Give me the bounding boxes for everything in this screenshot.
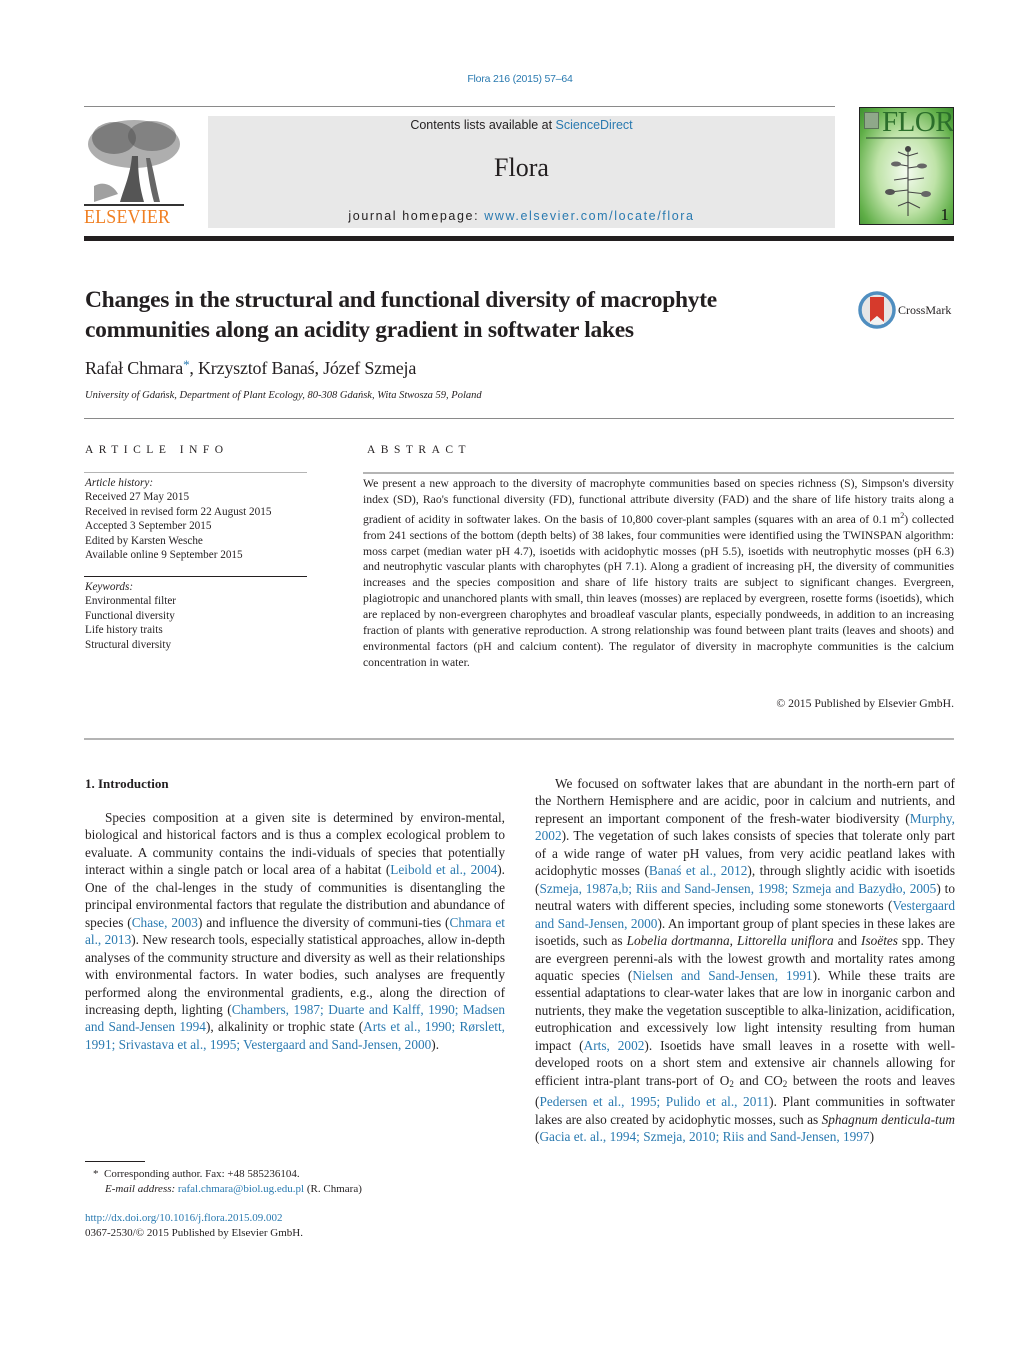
- article-title-line-2: communities along an acidity gradient in…: [85, 317, 634, 343]
- footnote-line-1: * Corresponding author. Fax: +48 5852361…: [93, 1167, 362, 1182]
- citation-link[interactable]: Chase, 2003: [132, 915, 198, 930]
- author-name[interactable]: Krzysztof Banaś: [198, 358, 315, 378]
- journal-name: Flora: [494, 153, 549, 182]
- corresponding-author-footnote: * Corresponding author. Fax: +48 5852361…: [93, 1167, 362, 1197]
- keyword-item: Structural diversity: [85, 638, 172, 651]
- body-text: ): [869, 1129, 875, 1145]
- citation-link[interactable]: Szmeja, 1987a,b; Riis and Sand-Jensen, 1…: [539, 881, 936, 896]
- species-name: Lobelia dortmanna: [626, 933, 730, 949]
- homepage-prefix: journal homepage:: [348, 209, 485, 223]
- doi-link[interactable]: http://dx.doi.org/10.1016/j.flora.2015.0…: [85, 1212, 282, 1224]
- author-affiliation: University of Gdańsk, Department of Plan…: [85, 390, 482, 401]
- cover-subtitle: [866, 137, 950, 139]
- citation-link[interactable]: Pedersen et al., 1995; Pulido et al., 20…: [539, 1094, 769, 1109]
- cover-issue-number: 1: [940, 205, 950, 224]
- abstract-divider: [363, 472, 954, 474]
- title-divider: [84, 418, 954, 419]
- footnote-corresponding: Corresponding author. Fax: +48 585236104…: [104, 1168, 300, 1180]
- abstract-end-divider: [84, 738, 954, 740]
- elsevier-wordmark: ELSEVIER: [84, 207, 171, 228]
- homepage-line: journal homepage: www.elsevier.com/locat…: [208, 209, 835, 223]
- journal-citation-link[interactable]: Flora 216 (2015) 57–64: [0, 73, 1020, 85]
- journal-homepage-link[interactable]: www.elsevier.com/locate/flora: [484, 209, 694, 223]
- cover-title: FLORA: [882, 107, 954, 138]
- body-text: and: [833, 933, 862, 949]
- species-name: Isoëtes: [861, 933, 898, 949]
- keywords: Keywords: Environmental filter Functiona…: [85, 580, 307, 652]
- keywords-label: Keywords:: [85, 581, 134, 593]
- citation-link[interactable]: Banaś et al., 2012: [649, 863, 747, 878]
- plant-illustration-icon: [885, 146, 931, 216]
- footnote-divider: [85, 1161, 145, 1162]
- abstract-heading: ABSTRACT: [367, 444, 472, 456]
- article-history-label: Article history:: [85, 477, 154, 489]
- species-name: Littorella uniflora: [737, 933, 834, 949]
- citation-link[interactable]: Arts, 2002: [584, 1038, 645, 1053]
- crossmark-icon: [858, 291, 896, 329]
- journal-banner: Contents lists available at ScienceDirec…: [208, 116, 835, 228]
- crossmark-label: CrossMark: [898, 303, 952, 317]
- body-text: ).: [431, 1036, 440, 1052]
- history-editor: Edited by Karsten Wesche: [85, 534, 203, 547]
- issn-line: 0367-2530/© 2015 Published by Elsevier G…: [85, 1227, 303, 1239]
- introduction-paragraph-1: Species composition at a given site is d…: [85, 809, 505, 1053]
- abstract-body: We present a new approach to the diversi…: [363, 476, 954, 671]
- keyword-item: Environmental filter: [85, 595, 177, 608]
- email-suffix: (R. Chmara): [304, 1183, 362, 1195]
- article-history: Article history: Received 27 May 2015 Re…: [85, 476, 307, 562]
- author-separator: ,: [314, 358, 324, 378]
- keywords-divider: [84, 576, 307, 577]
- elsevier-logo[interactable]: ELSEVIER: [84, 116, 188, 228]
- article-title-line-1: Changes in the structural and functional…: [85, 287, 717, 313]
- citation-link[interactable]: Nielsen and Sand-Jensen, 1991: [632, 968, 812, 983]
- article-info-heading: ARTICLE INFO: [85, 444, 229, 456]
- keyword-item: Life history traits: [85, 624, 163, 637]
- article-title: Changes in the structural and functional…: [85, 285, 825, 345]
- introduction-right-column: We focused on softwater lakes that are a…: [535, 775, 955, 1146]
- crossmark-button[interactable]: CrossMark: [858, 291, 958, 331]
- email-label: E-mail address:: [105, 1183, 178, 1195]
- body-text: ,: [729, 933, 738, 949]
- history-accepted: Accepted 3 September 2015: [85, 520, 212, 533]
- citation-link[interactable]: Leibold et al., 2004: [390, 862, 497, 877]
- body-text: ), alkalinity or trophic state (: [205, 1019, 364, 1035]
- abstract-text-part-2: ) collected from 241 sections of the bot…: [363, 512, 954, 669]
- body-text: and CO: [733, 1072, 783, 1088]
- author-separator: ,: [189, 358, 198, 378]
- footnote-line-2: E-mail address: rafal.chmara@biol.ug.edu…: [93, 1182, 362, 1197]
- history-revised: Received in revised form 22 August 2015: [85, 505, 272, 518]
- footnote-marker: *: [93, 1168, 99, 1180]
- body-text: ) and influence the diversity of communi…: [197, 914, 450, 930]
- author-name[interactable]: Józef Szmeja: [323, 358, 416, 378]
- doi-block: http://dx.doi.org/10.1016/j.flora.2015.0…: [85, 1211, 303, 1241]
- author-email-link[interactable]: rafal.chmara@biol.ug.edu.pl: [178, 1183, 304, 1195]
- article-info-divider: [84, 472, 307, 473]
- history-received: Received 27 May 2015: [85, 491, 190, 504]
- author-name[interactable]: Rafał Chmara: [85, 358, 183, 378]
- contents-line: Contents lists available at ScienceDirec…: [208, 118, 835, 132]
- header-divider: [84, 106, 835, 107]
- introduction-left-column: Species composition at a given site is d…: [85, 809, 505, 1053]
- journal-cover-image[interactable]: FLORA 1: [859, 107, 954, 225]
- abstract-text-part-1: We present a new approach to the diversi…: [363, 477, 954, 526]
- elsevier-tree-icon: [84, 120, 184, 206]
- species-name: Sphagnum denticula-tum: [821, 1111, 955, 1127]
- abstract-copyright: © 2015 Published by Elsevier GmbH.: [776, 697, 954, 710]
- citation-link[interactable]: Gacia et. al., 1994; Szmeja, 2010; Riis …: [539, 1129, 869, 1144]
- history-online: Available online 9 September 2015: [85, 549, 243, 562]
- cover-badge: [864, 112, 879, 129]
- sciencedirect-link[interactable]: ScienceDirect: [556, 118, 633, 132]
- introduction-paragraph-2: We focused on softwater lakes that are a…: [535, 775, 955, 1146]
- introduction-heading: 1. Introduction: [85, 776, 169, 791]
- body-text: We focused on softwater lakes that are a…: [535, 776, 955, 826]
- keyword-item: Functional diversity: [85, 609, 175, 622]
- contents-prefix: Contents lists available at: [410, 118, 556, 132]
- author-list: Rafał Chmara*, Krzysztof Banaś, Józef Sz…: [85, 357, 416, 379]
- header-thick-divider: [84, 236, 954, 241]
